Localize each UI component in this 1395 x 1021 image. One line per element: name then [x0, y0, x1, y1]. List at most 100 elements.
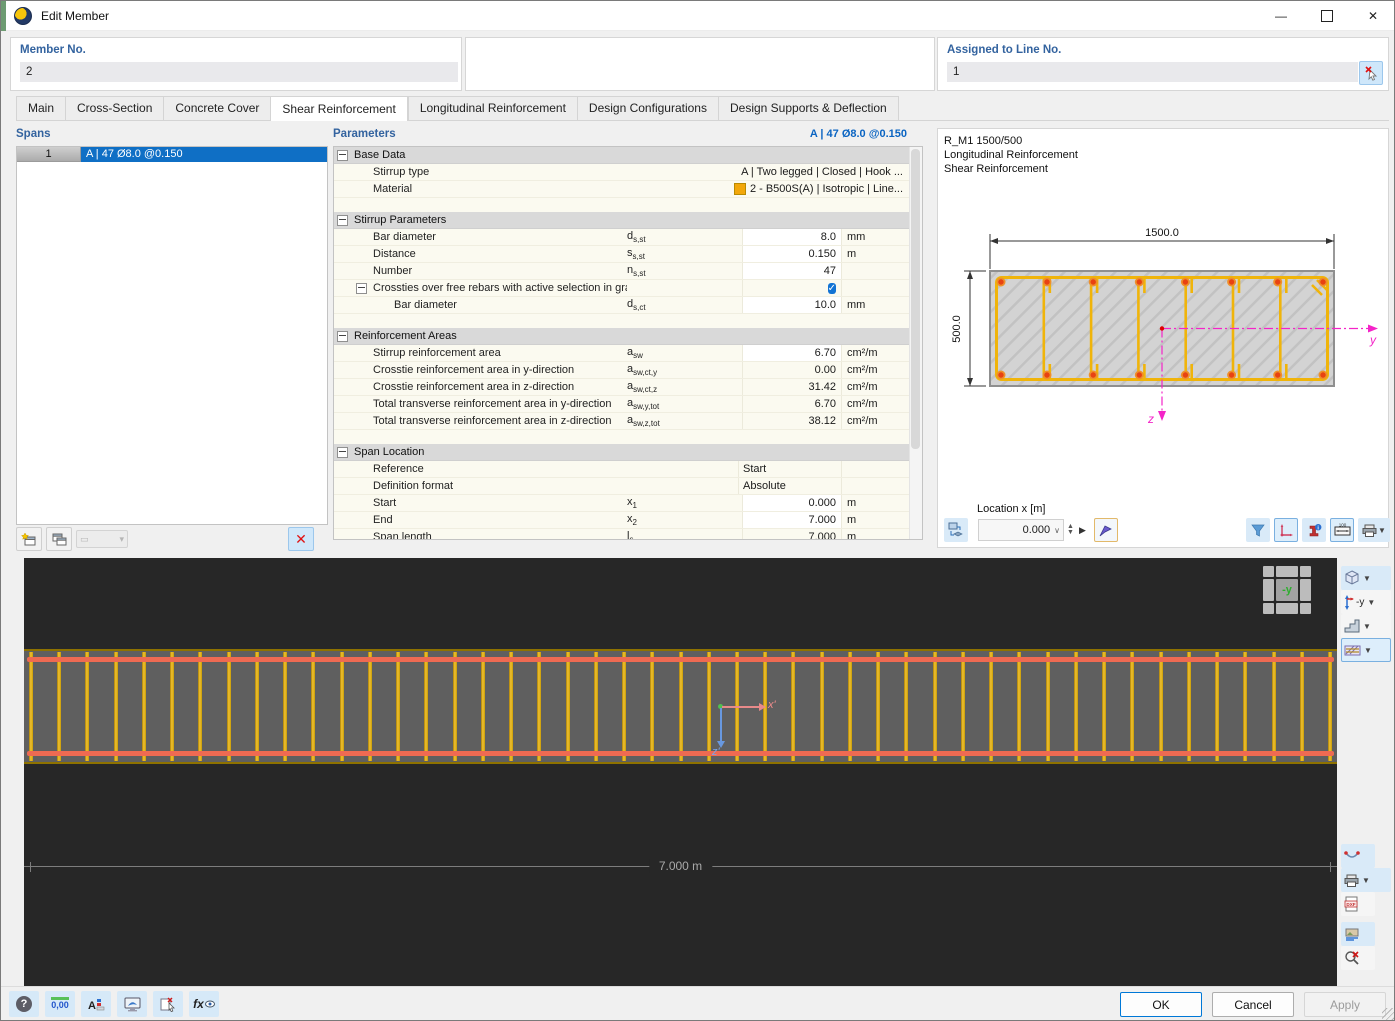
row-crosstie-area-y[interactable]: Crosstie reinforcement area in y-directi… — [334, 362, 909, 379]
filter-button[interactable] — [1246, 518, 1270, 542]
chevron-down-icon: ▼ — [1367, 598, 1375, 607]
resize-grip[interactable] — [1382, 1008, 1394, 1020]
row-crossties[interactable]: Crossties over free rebars with active s… — [334, 280, 909, 297]
minimize-button[interactable]: — — [1258, 1, 1304, 31]
curve-icon — [1344, 850, 1360, 862]
row-stirrup-type[interactable]: Stirrup type A | Two legged | Closed | H… — [334, 164, 909, 181]
row-reference[interactable]: Reference Start — [334, 461, 909, 478]
crossties-checkbox[interactable] — [828, 283, 836, 294]
tab-design-configurations[interactable]: Design Configurations — [577, 96, 718, 120]
axis-arrow-icon — [1344, 595, 1354, 610]
tab-concrete-cover[interactable]: Concrete Cover — [163, 96, 270, 120]
help-button[interactable]: ? — [9, 991, 39, 1017]
new-window-icon — [21, 532, 37, 547]
stirrup-bar — [904, 652, 908, 761]
section-reinforcement-areas[interactable]: Reinforcement Areas — [334, 328, 909, 345]
collapse-icon[interactable] — [356, 283, 367, 294]
section-stirrup-parameters[interactable]: Stirrup Parameters — [334, 212, 909, 229]
collapse-icon[interactable] — [337, 331, 348, 342]
collapse-icon[interactable] — [337, 150, 348, 161]
pick-cursor-icon — [1364, 66, 1379, 81]
row-total-area-y[interactable]: Total transverse reinforcement area in y… — [334, 396, 909, 413]
row-end[interactable]: End x2 7.000 m — [334, 512, 909, 529]
row-definition-format[interactable]: Definition format Absolute — [334, 478, 909, 495]
pick-line-button[interactable] — [1359, 61, 1383, 85]
copy-span-button[interactable] — [46, 527, 72, 551]
member-no-input[interactable]: 2 — [20, 62, 458, 82]
cancel-zoom-button[interactable] — [1341, 946, 1375, 970]
tab-longitudinal-reinforcement[interactable]: Longitudinal Reinforcement — [408, 96, 577, 120]
section-span-location[interactable]: Span Location — [334, 444, 909, 461]
display-settings-button[interactable] — [117, 991, 147, 1017]
deselect-icon — [160, 997, 176, 1012]
stirrup-bar — [650, 652, 654, 761]
units-decimals-button[interactable]: 0,00 — [45, 991, 75, 1017]
row-total-area-z[interactable]: Total transverse reinforcement area in z… — [334, 413, 909, 430]
tab-design-supports-deflection[interactable]: Design Supports & Deflection — [718, 96, 899, 120]
stirrup-bar — [170, 652, 174, 761]
new-span-button[interactable] — [16, 527, 42, 551]
stirrup-bar — [1159, 652, 1163, 761]
chevron-down-icon: ▼ — [1362, 876, 1370, 885]
svg-text:A: A — [88, 1000, 96, 1012]
stirrup-bar — [1243, 652, 1247, 761]
row-span-length[interactable]: Span length ls 7.000 m — [334, 529, 909, 540]
view-cube[interactable]: -y — [1263, 566, 1313, 616]
copy-window-icon — [51, 532, 67, 547]
row-stirrup-area[interactable]: Stirrup reinforcement area asw 6.70 cm²/… — [334, 345, 909, 362]
tab-shear-reinforcement[interactable]: Shear Reinforcement — [270, 96, 407, 121]
row-number[interactable]: Number ns,st 47 — [334, 263, 909, 280]
print-graphic-button[interactable]: ▼ — [1341, 868, 1391, 892]
cancel-button[interactable]: Cancel — [1212, 992, 1294, 1017]
section-base-data[interactable]: Base Data — [334, 147, 909, 164]
print-preview-button[interactable]: ▼ — [1358, 518, 1390, 542]
show-dimensions-button[interactable]: 100 — [1330, 518, 1354, 542]
formula-view-button[interactable]: fx — [189, 991, 219, 1017]
background-layers-button[interactable] — [1341, 922, 1375, 946]
toggle-view-button[interactable] — [944, 518, 968, 542]
collapse-icon[interactable] — [337, 215, 348, 226]
display-properties-button[interactable]: A — [81, 991, 111, 1017]
display-style-button[interactable]: ▼ — [1341, 614, 1391, 638]
show-axes-button[interactable] — [1274, 518, 1298, 542]
viewport-3d[interactable]: x' z' 7.000 m -y — [24, 558, 1337, 986]
view-direction-button[interactable]: -y ▼ — [1341, 590, 1391, 614]
delete-span-button[interactable]: ✕ — [288, 527, 314, 551]
maximize-button[interactable] — [1304, 1, 1350, 31]
assigned-line-input[interactable]: 1 — [947, 62, 1358, 82]
smooth-results-button[interactable] — [1341, 844, 1375, 868]
scrollbar-thumb[interactable] — [911, 149, 920, 449]
row-bar-diameter[interactable]: Bar diameter ds,st 8.0 mm — [334, 229, 909, 246]
tab-main[interactable]: Main — [16, 96, 65, 120]
location-x-spinner[interactable]: ▲▼ — [1067, 524, 1074, 536]
view-cube-face-label[interactable]: -y — [1276, 579, 1298, 601]
tab-cross-section[interactable]: Cross-Section — [65, 96, 163, 120]
gap-row — [334, 314, 909, 328]
close-button[interactable]: ✕ — [1350, 1, 1395, 31]
section-info-button[interactable]: i — [1302, 518, 1326, 542]
row-start[interactable]: Start x1 0.000 m — [334, 495, 909, 512]
collapse-icon[interactable] — [337, 447, 348, 458]
row-crosstie-area-z[interactable]: Crosstie reinforcement area in z-directi… — [334, 379, 909, 396]
span-options-combo[interactable]: ▭▾ — [76, 530, 128, 548]
row-crosstie-bar-diameter[interactable]: Bar diameter ds,ct 10.0 mm — [334, 297, 909, 314]
span-row[interactable]: 1 A | 47 Ø8.0 @0.150 — [17, 147, 327, 162]
stirrup-bar — [1017, 652, 1021, 761]
parameters-scrollbar[interactable] — [909, 147, 922, 539]
tab-bar: Main Cross-Section Concrete Cover Shear … — [16, 97, 1389, 121]
reinforcement-display-button[interactable]: ▼ — [1341, 638, 1391, 662]
location-x-step-icon[interactable]: ▶ — [1079, 525, 1086, 536]
deselect-object-button[interactable] — [153, 991, 183, 1017]
swap-view-icon — [948, 522, 964, 538]
row-distance[interactable]: Distance ss,st 0.150 m — [334, 246, 909, 263]
location-x-combobox[interactable]: 0.000 ∨ — [978, 519, 1064, 541]
export-dxf-button[interactable]: DXF — [1341, 892, 1375, 916]
steps-icon — [1344, 619, 1360, 633]
view-mode-button[interactable]: ▼ — [1341, 566, 1391, 590]
stirrup-bar — [340, 652, 344, 761]
row-material[interactable]: Material 2 - B500S(A) | Isotropic | Line… — [334, 181, 909, 198]
ok-button[interactable]: OK — [1120, 992, 1202, 1017]
spans-toolbar: ▭▾ ✕ — [16, 527, 326, 551]
show-location-marker-button[interactable] — [1094, 518, 1118, 542]
apply-button[interactable]: Apply — [1304, 992, 1386, 1017]
